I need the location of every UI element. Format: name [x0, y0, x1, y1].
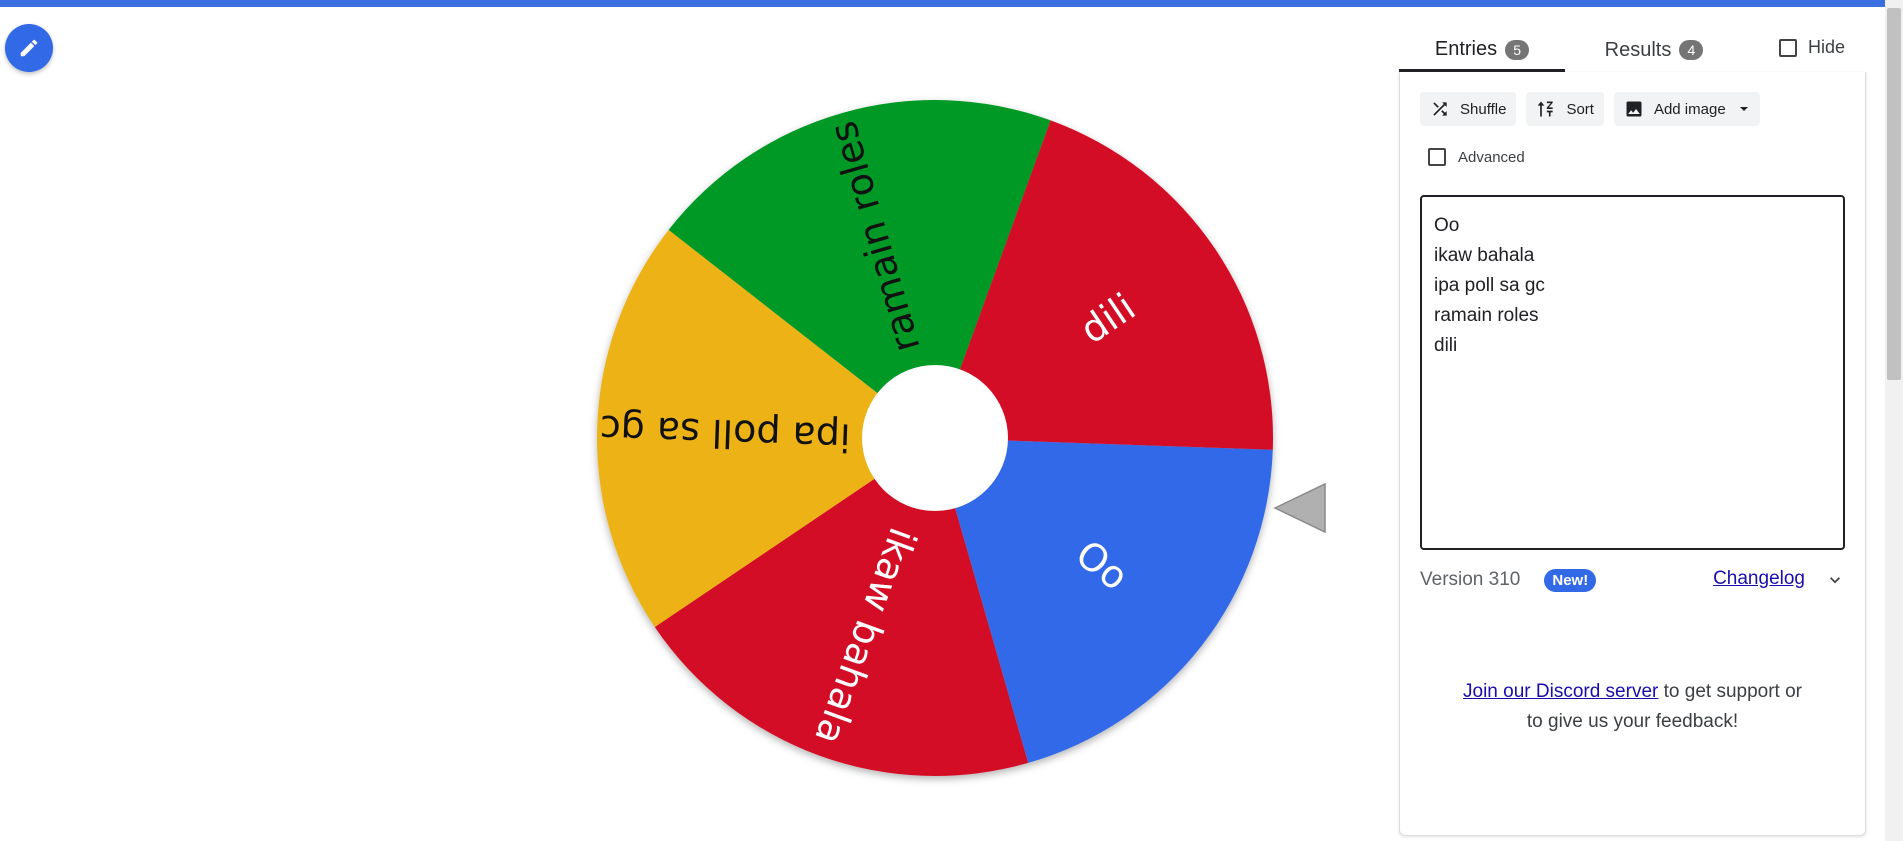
- entries-textarea[interactable]: Oo ikaw bahala ipa poll sa gc ramain roles d…: [1420, 195, 1845, 550]
- entry-line: Oo: [1434, 215, 1460, 236]
- entry-line: dili: [1434, 335, 1458, 356]
- hide-label: Hide: [1808, 37, 1846, 57]
- shuffle-label: Shuffle: [1460, 100, 1507, 118]
- version-row: Version 310 New! Changelog: [1420, 564, 1845, 596]
- add-image-button[interactable]: Add image: [1613, 92, 1760, 126]
- version-text: Version 310: [1420, 569, 1521, 590]
- triangle-pointer-icon: [1273, 482, 1326, 534]
- new-badge: New!: [1544, 568, 1597, 592]
- hide-toggle[interactable]: Hide: [1779, 37, 1845, 58]
- panel-tabs: Entries 5 Results 4 Hide: [1399, 30, 1865, 72]
- caret-down-icon: [1739, 107, 1748, 111]
- entries-toolbar: Shuffle Sort Add image: [1420, 92, 1760, 126]
- pencil-icon: [20, 39, 38, 57]
- edit-button[interactable]: [5, 24, 53, 72]
- discord-link[interactable]: Join our Discord server: [1463, 681, 1658, 702]
- spin-wheel[interactable]: Ooikaw bahalaipa poll sa gcramain roles d…: [560, 70, 1340, 810]
- shuffle-icon: [1433, 102, 1447, 116]
- discord-message: Join our Discord server to get support o…: [1460, 677, 1805, 737]
- chevron-down-icon[interactable]: [1825, 570, 1845, 590]
- changelog-link[interactable]: Changelog: [1713, 568, 1805, 590]
- shuffle-button[interactable]: Shuffle: [1420, 92, 1517, 126]
- entry-line: ikaw bahala: [1434, 245, 1535, 266]
- image-icon: [1626, 101, 1642, 117]
- tab-results-label: Results: [1604, 38, 1672, 61]
- tab-entries-label: Entries: [1434, 38, 1498, 60]
- sort-icon: [1538, 101, 1554, 117]
- entries-count-badge: 5: [1505, 39, 1530, 60]
- page-scrollbar[interactable]: [1885, 0, 1903, 841]
- wheel-center-hub[interactable]: [862, 365, 1008, 511]
- tab-results[interactable]: Results 4: [1571, 30, 1737, 70]
- top-accent-bar: [0, 0, 1903, 7]
- wheel-segment-label: ipa poll sa gc: [599, 407, 851, 460]
- entries-panel: Shuffle Sort Add image Advanced Oo ikaw b…: [1399, 72, 1866, 836]
- sort-label: Sort: [1566, 100, 1594, 118]
- entry-line: ipa poll sa gc: [1434, 275, 1545, 296]
- advanced-label: Advanced: [1458, 148, 1525, 166]
- results-count-badge: 4: [1679, 40, 1704, 60]
- hide-checkbox[interactable]: [1779, 38, 1797, 57]
- entry-line: ramain roles: [1434, 305, 1539, 326]
- scrollbar-thumb[interactable]: [1887, 8, 1901, 380]
- add-image-label: Add image: [1653, 100, 1726, 118]
- wheel-area[interactable]: Oo ikaw bahala ipa poll sa gc ramain roles d…: [560, 70, 1340, 810]
- advanced-checkbox[interactable]: [1428, 148, 1446, 166]
- sort-button[interactable]: Sort: [1526, 92, 1604, 126]
- tab-entries[interactable]: Entries 5: [1399, 30, 1565, 72]
- advanced-toggle[interactable]: Advanced: [1428, 148, 1525, 166]
